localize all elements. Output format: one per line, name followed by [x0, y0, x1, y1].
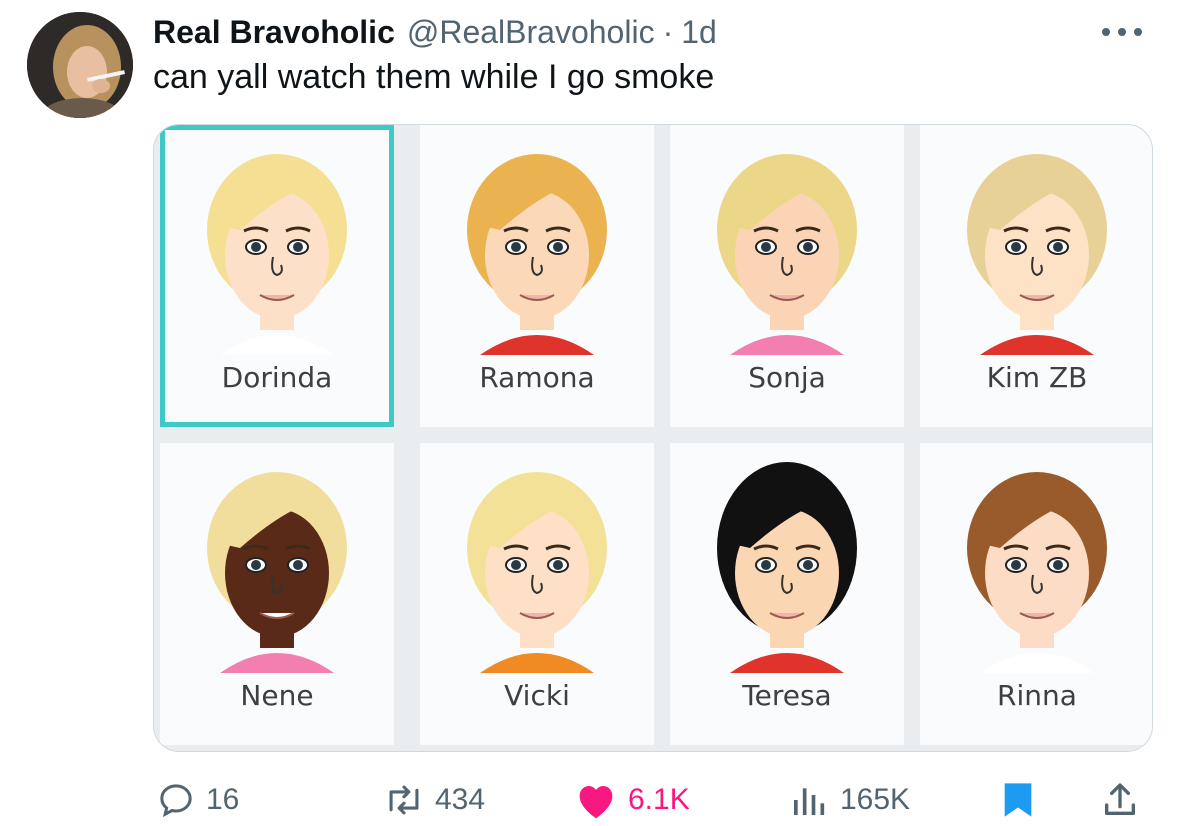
mii-name-label: Rinna: [997, 679, 1077, 712]
repost-button[interactable]: 434: [383, 780, 485, 820]
mii-tile-rinna[interactable]: Rinna: [920, 443, 1152, 745]
repost-count: 434: [435, 783, 486, 816]
mii-face-image: [467, 154, 607, 355]
mii-face-image: [967, 154, 1107, 355]
tweet-header: Real Bravoholic @RealBravoholic · 1d: [153, 12, 717, 52]
mii-face-image: [467, 472, 607, 673]
tweet-actions: 16 434 6.1K 165K: [0, 772, 1179, 826]
separator-dot: ·: [662, 13, 674, 50]
mii-face-image: [717, 154, 857, 355]
views-button[interactable]: 165K: [788, 780, 910, 820]
reply-button[interactable]: 16: [156, 780, 239, 820]
mii-name-label: Ramona: [479, 361, 595, 394]
mii-name-label: Teresa: [742, 679, 832, 712]
avatar-image: [27, 12, 133, 118]
author-name[interactable]: Real Bravoholic: [153, 14, 395, 51]
ellipsis-icon[interactable]: [1098, 24, 1146, 40]
mii-face-image: [717, 462, 857, 673]
mii-name-label: Dorinda: [221, 361, 333, 394]
reply-icon: [160, 784, 192, 818]
tweet-media-image[interactable]: Dorinda Ramona Sonja Kim ZB Nene Vicki Teresa R…: [153, 124, 1153, 752]
mii-tile-teresa[interactable]: Teresa: [670, 443, 904, 745]
mii-name-label: Sonja: [748, 361, 826, 394]
share-button[interactable]: [1100, 780, 1140, 820]
mii-tile-vicki[interactable]: Vicki: [420, 443, 654, 745]
mii-tile-sonja[interactable]: Sonja: [670, 125, 904, 427]
reply-count: 16: [206, 783, 240, 816]
heart-icon: [579, 786, 613, 819]
repost-icon: [389, 785, 419, 815]
tweet-text: can yall watch them while I go smoke: [153, 58, 715, 96]
mii-name-label: Nene: [240, 679, 314, 712]
mii-tile-ramona[interactable]: Ramona: [420, 125, 654, 427]
mii-face-image: [207, 154, 347, 355]
bookmark-button[interactable]: [1001, 780, 1035, 820]
author-handle[interactable]: @RealBravoholic: [407, 14, 655, 51]
mii-tile-dorinda[interactable]: Dorinda: [160, 125, 394, 427]
mii-tile-nene[interactable]: Nene: [160, 443, 394, 745]
analytics-icon: [794, 788, 825, 815]
mii-tile-kim-zb[interactable]: Kim ZB: [920, 125, 1152, 427]
share-icon: [1105, 783, 1135, 815]
views-count: 165K: [840, 783, 911, 816]
mii-name-label: Vicki: [504, 679, 570, 712]
bookmark-icon: [1004, 783, 1032, 817]
mii-face-image: [967, 472, 1107, 673]
mii-name-label: Kim ZB: [986, 361, 1088, 394]
like-count: 6.1K: [628, 783, 690, 816]
like-button[interactable]: 6.1K: [574, 780, 690, 820]
author-avatar[interactable]: [27, 12, 133, 118]
tweet-time[interactable]: 1d: [681, 14, 717, 51]
mii-face-image: [207, 472, 347, 673]
